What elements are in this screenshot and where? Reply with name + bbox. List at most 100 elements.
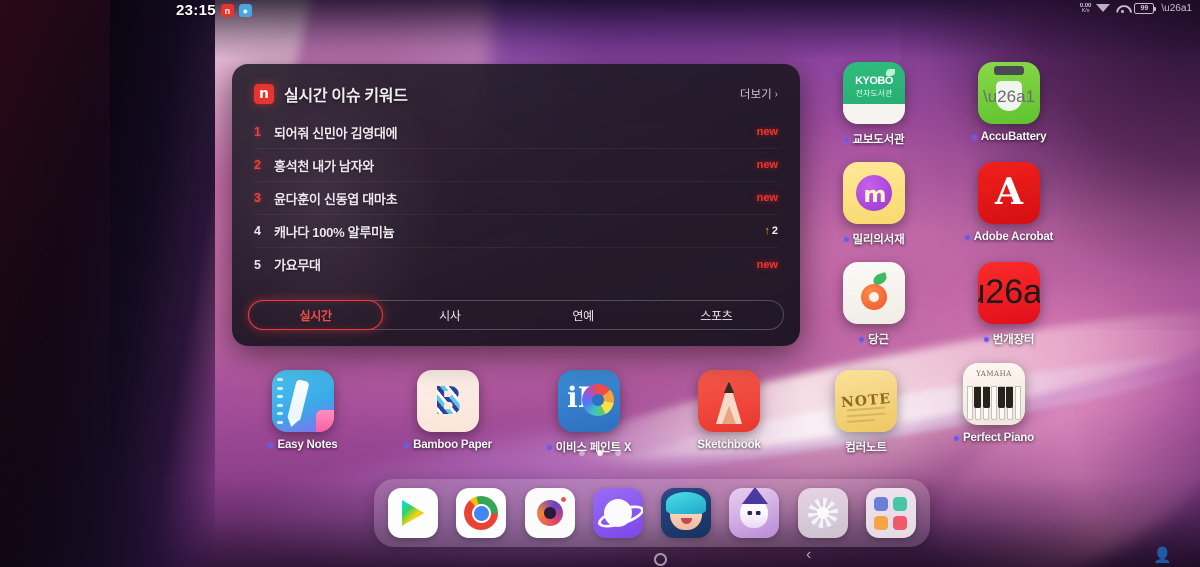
battery-icon: 99 xyxy=(1134,3,1157,15)
app-label: 번개장터 xyxy=(992,334,1035,346)
wifi-icon xyxy=(1115,3,1129,14)
app-colornote[interactable]: NOTE 컴러노트 xyxy=(812,370,920,455)
app-label-wrap: 당근 xyxy=(859,331,889,347)
tab-news[interactable]: 시사 xyxy=(383,301,516,329)
charging-bolt-icon: \u26a1 xyxy=(1161,3,1192,15)
easy-notes-icon xyxy=(272,370,334,432)
tab-realtime[interactable]: 실시간 xyxy=(248,300,384,330)
app-label: Adobe Acrobat xyxy=(973,231,1054,243)
colornote-icon: NOTE xyxy=(835,370,897,432)
tab-entertainment[interactable]: 연예 xyxy=(517,301,650,329)
app-label-wrap: Adobe Acrobat xyxy=(964,231,1054,243)
network-speed-unit: K/s xyxy=(1081,8,1090,14)
keyword-text: 캐나다 100% 알루미늄 xyxy=(274,224,395,240)
app-label-wrap: 번개장터 xyxy=(983,331,1035,347)
page-dot[interactable] xyxy=(579,450,585,456)
notification-dot-icon xyxy=(971,134,977,140)
navigation-bar: ‹ 👤 xyxy=(0,543,1200,567)
naver-logo-icon: n xyxy=(254,84,274,104)
app-label-wrap: Perfect Piano xyxy=(954,432,1034,444)
kyobo-brand-sub: 전자도서관 xyxy=(855,89,893,98)
status-clock: 23:15 xyxy=(176,2,216,19)
keyword-row[interactable]: 2 홍석천 내가 남자와 new xyxy=(254,149,778,182)
app-notification-icon: ● xyxy=(238,4,252,17)
keyword-row[interactable]: 5 가요무대 new xyxy=(254,248,778,281)
perfect-piano-icon: YAMAHA xyxy=(963,363,1025,425)
tablet-home-screen: 23:15 n ● 0.00 K/s 99 \u26a1 n 실시간 이슈 키워… xyxy=(0,0,1200,567)
app-kyobo-library[interactable]: KYOBO 전자도서관 교보도서관 xyxy=(820,62,928,147)
app-label: 교보도서관 xyxy=(852,134,905,146)
app-label-wrap: AccuBattery xyxy=(971,131,1046,143)
screen-bezel-glow xyxy=(0,0,110,567)
bamboo-paper-icon: B xyxy=(417,370,479,432)
more-button[interactable]: 더보기 › xyxy=(740,86,778,102)
accessibility-icon[interactable]: 👤 xyxy=(1153,548,1172,563)
arrow-up-icon: ↑ xyxy=(764,225,770,237)
status-bar-left: 23:15 n ● xyxy=(176,2,252,19)
back-icon[interactable]: ‹ xyxy=(806,547,811,563)
notification-dot-icon xyxy=(404,442,410,448)
naver-trending-keywords-widget[interactable]: n 실시간 이슈 키워드 더보기 › 1 되어줘 신민아 김영대에 new 2 … xyxy=(232,64,800,346)
bunjang-icon: \u26a1 xyxy=(978,262,1040,324)
ibis-paint-x-icon: iP xyxy=(558,370,620,432)
notification-dot-icon xyxy=(843,136,849,142)
millie-library-icon: m xyxy=(843,162,905,224)
app-bamboo-paper[interactable]: B Bamboo Paper xyxy=(394,370,502,451)
keyword-row[interactable]: 3 윤다훈이 신동엽 대마초 new xyxy=(254,182,778,215)
samsung-internet-icon[interactable] xyxy=(592,488,643,538)
app-label: 당근 xyxy=(868,334,889,346)
keyword-rank: 5 xyxy=(254,257,261,272)
app-danggeun-market[interactable]: 당근 xyxy=(820,262,928,347)
page-dot-active[interactable] xyxy=(597,450,603,456)
network-speed-indicator: 0.00 K/s xyxy=(1080,3,1092,15)
danggeun-market-icon xyxy=(843,262,905,324)
camera-icon[interactable] xyxy=(524,488,575,538)
app-adobe-acrobat[interactable]: A Adobe Acrobat xyxy=(955,162,1063,243)
keyword-badge: new xyxy=(756,258,778,271)
keyword-badge: ↑ 2 xyxy=(764,225,778,237)
status-bar: 23:15 n ● 0.00 K/s 99 \u26a1 xyxy=(0,0,1200,26)
chevron-right-icon: › xyxy=(774,88,778,100)
keyword-text: 되어줘 신민아 김영대에 xyxy=(274,125,398,141)
badge-value: 2 xyxy=(771,225,778,237)
keyword-list: 1 되어줘 신민아 김영대에 new 2 홍석천 내가 남자와 new 3 윤다… xyxy=(232,116,800,281)
game-lol-icon[interactable] xyxy=(661,488,712,538)
keyword-text: 가요무대 xyxy=(274,258,321,273)
keyword-rank: 1 xyxy=(254,125,261,139)
app-drawer-icon[interactable] xyxy=(865,488,916,538)
keyword-badge: new xyxy=(756,126,778,138)
app-ibis-paint-x[interactable]: iP 이비스 페인트 X xyxy=(535,370,643,455)
app-sketchbook[interactable]: Sketchbook xyxy=(675,370,783,451)
page-dot[interactable] xyxy=(615,450,621,456)
app-perfect-piano[interactable]: YAMAHA Perfect Piano xyxy=(940,363,1048,444)
keyword-badge: new xyxy=(756,192,778,204)
chrome-icon[interactable] xyxy=(456,488,507,538)
app-millie-library[interactable]: m 밀리의서재 xyxy=(820,162,928,247)
widget-header: n 실시간 이슈 키워드 더보기 › xyxy=(232,64,800,112)
tab-sports[interactable]: 스포츠 xyxy=(650,301,783,329)
notification-dot-icon xyxy=(843,236,849,242)
notification-dot-icon xyxy=(964,234,970,240)
play-store-icon[interactable] xyxy=(388,488,438,538)
settings-gear-icon[interactable] xyxy=(797,488,848,538)
dock xyxy=(374,479,930,547)
app-label-wrap: 밀리의서재 xyxy=(843,231,905,247)
kyobo-library-icon: KYOBO 전자도서관 xyxy=(843,62,905,124)
keyword-text: 홍석천 내가 남자와 xyxy=(274,158,374,174)
notification-dot-icon xyxy=(268,442,274,448)
app-easy-notes[interactable]: Easy Notes xyxy=(249,370,357,451)
home-circle-icon[interactable] xyxy=(654,553,667,566)
keyword-text: 윤다훈이 신동엽 대마초 xyxy=(274,191,398,207)
piano-brand-text: YAMAHA xyxy=(976,370,1012,378)
game-character-icon[interactable] xyxy=(729,488,780,538)
widget-title: 실시간 이슈 키워드 xyxy=(284,88,408,105)
keyword-row[interactable]: 1 되어줘 신민아 김영대에 new xyxy=(254,116,778,149)
keyword-rank: 3 xyxy=(254,191,261,205)
app-accubattery[interactable]: \u26a1 AccuBattery xyxy=(955,62,1063,143)
app-bunjang[interactable]: \u26a1 번개장터 xyxy=(955,262,1063,347)
page-indicator[interactable] xyxy=(0,450,1200,456)
keyword-row[interactable]: 4 캐나다 100% 알루미늄 ↑ 2 xyxy=(254,215,778,248)
cellular-signal-icon xyxy=(1096,3,1110,14)
app-label-wrap: 교보도서관 xyxy=(843,131,905,147)
notification-dot-icon xyxy=(546,444,552,450)
